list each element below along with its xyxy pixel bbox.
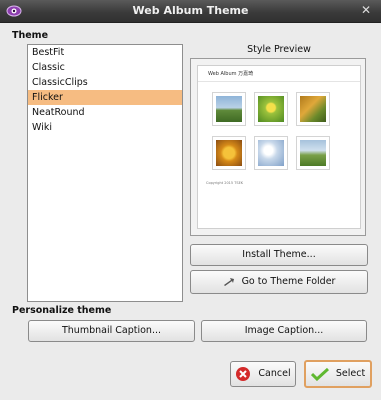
theme-item-neatround[interactable]: NeatRound (28, 105, 182, 120)
image-caption-label: Image Caption... (244, 325, 324, 336)
select-label: Select (335, 368, 366, 379)
folder-arrow-icon (223, 277, 234, 286)
theme-list[interactable]: BestFit Classic ClassicClips Flicker Nea… (27, 44, 183, 302)
style-preview: Web Album 万嘉琦 Copyright 2015 TSEK (190, 58, 366, 236)
select-button[interactable]: Select (304, 360, 372, 388)
preview-page-title: Web Album 万嘉琦 (198, 66, 360, 82)
theme-item-classic[interactable]: Classic (28, 60, 182, 75)
preview-thumb (254, 92, 288, 126)
theme-item-flicker[interactable]: Flicker (28, 90, 182, 105)
preview-copyright: Copyright 2015 TSEK (206, 181, 244, 185)
cancel-icon (236, 366, 251, 381)
check-icon (310, 367, 329, 381)
install-theme-button[interactable]: Install Theme... (190, 244, 368, 266)
cancel-button[interactable]: Cancel (230, 361, 296, 387)
theme-item-wiki[interactable]: Wiki (28, 120, 182, 135)
thumbnail-caption-label: Thumbnail Caption... (61, 325, 161, 336)
image-caption-button[interactable]: Image Caption... (201, 320, 367, 342)
theme-item-classicclips[interactable]: ClassicClips (28, 75, 182, 90)
preview-thumb (296, 92, 330, 126)
style-preview-label: Style Preview (247, 44, 311, 55)
close-icon[interactable]: ✕ (359, 3, 373, 17)
go-to-theme-folder-label: Go to Theme Folder (241, 276, 336, 287)
go-to-theme-folder-button[interactable]: Go to Theme Folder (190, 270, 368, 294)
preview-thumb (296, 136, 330, 170)
preview-thumb (212, 92, 246, 126)
preview-page: Web Album 万嘉琦 Copyright 2015 TSEK (197, 65, 361, 229)
thumbnail-caption-button[interactable]: Thumbnail Caption... (28, 320, 195, 342)
personalize-section-label: Personalize theme (12, 305, 112, 316)
preview-thumb (212, 136, 246, 170)
cancel-label: Cancel (258, 368, 291, 379)
theme-item-bestfit[interactable]: BestFit (28, 45, 182, 60)
install-theme-label: Install Theme... (242, 249, 316, 260)
title-bar: Web Album Theme ✕ (0, 0, 381, 23)
preview-thumb (254, 136, 288, 170)
window-title: Web Album Theme (132, 4, 249, 17)
theme-section-label: Theme (12, 30, 49, 41)
